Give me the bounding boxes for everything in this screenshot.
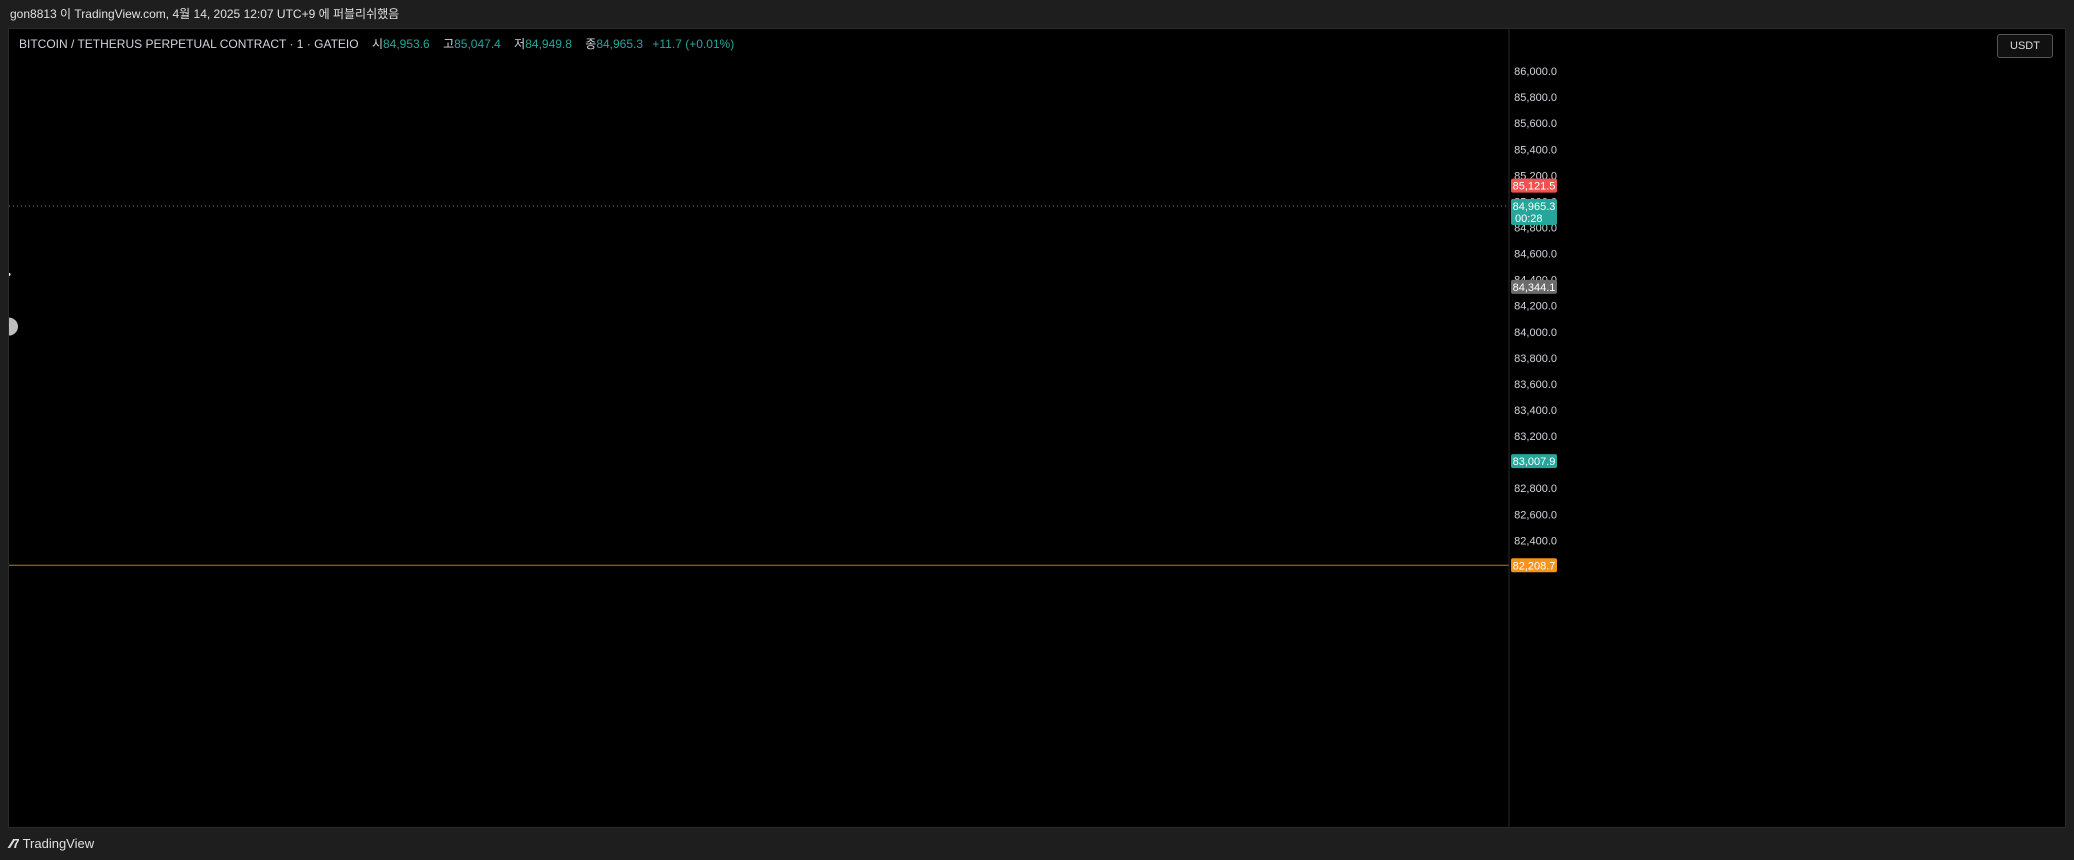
y-tick-label: 85,600.0 [1514, 118, 1557, 130]
y-tick-label: 83,400.0 [1514, 405, 1557, 417]
y-tick-label: 85,800.0 [1514, 92, 1557, 104]
open-value: 84,953.6 [383, 37, 430, 51]
footer-bar: ⁄⁄7 TradingView [0, 828, 2074, 860]
y-tick-label: 84,200.0 [1514, 301, 1557, 313]
close-label: 종 [585, 37, 597, 51]
high-value: 85,047.4 [454, 37, 501, 51]
currency-button[interactable]: USDT [1997, 34, 2053, 58]
y-tick-label: 84,000.0 [1514, 327, 1557, 339]
tradingview-brand: TradingView [22, 836, 95, 851]
close-value: 84,965.3 [596, 37, 644, 51]
y-tick-label: 82,800.0 [1514, 483, 1557, 495]
price-chart[interactable]: 86,000.085,800.085,600.085,400.085,200.0… [9, 29, 2065, 827]
price-countdown: 00:28 [1515, 213, 1543, 225]
price-label-text: 85,121.5 [1513, 181, 1556, 193]
y-tick-label: 83,200.0 [1514, 431, 1557, 443]
low-label: 저 [514, 37, 526, 51]
tradingview-logo[interactable]: ⁄⁄7 TradingView [10, 836, 94, 851]
y-tick-label: 82,600.0 [1514, 509, 1557, 521]
y-tick-label: 83,600.0 [1514, 379, 1557, 391]
y-tick-label: 84,600.0 [1514, 249, 1557, 261]
y-tick-label: 82,400.0 [1514, 535, 1557, 547]
y-tick-label: 85,400.0 [1514, 144, 1557, 156]
y-tick-label: 83,800.0 [1514, 353, 1557, 365]
symbol-title: BITCOIN / TETHERUS PERPETUAL CONTRACT · … [19, 37, 359, 51]
symbol-legend: BITCOIN / TETHERUS PERPETUAL CONTRACT · … [19, 35, 734, 52]
high-label: 고 [443, 37, 455, 51]
publish-info-text: gon8813 이 TradingView.com, 4월 14, 2025 1… [10, 7, 400, 21]
tradingview-logo-icon: ⁄⁄7 [10, 836, 20, 851]
publish-info-bar: gon8813 이 TradingView.com, 4월 14, 2025 1… [0, 0, 2074, 28]
price-label-text: 82,208.7 [1513, 560, 1556, 572]
price-label-text: 83,007.9 [1513, 456, 1556, 468]
change-value: +11.7 (+0.01%) [652, 37, 735, 51]
price-label-text: 84,965.3 [1513, 201, 1556, 213]
price-label-text: 84,344.1 [1513, 282, 1556, 294]
open-label: 시 [371, 37, 383, 51]
chart-panel[interactable]: 86,000.0 85,800.0 85,600.0 85,400.0 85,200.0… [8, 28, 2066, 828]
y-tick-label: 86,000.0 [1514, 66, 1557, 78]
low-value: 84,949.8 [525, 37, 572, 51]
